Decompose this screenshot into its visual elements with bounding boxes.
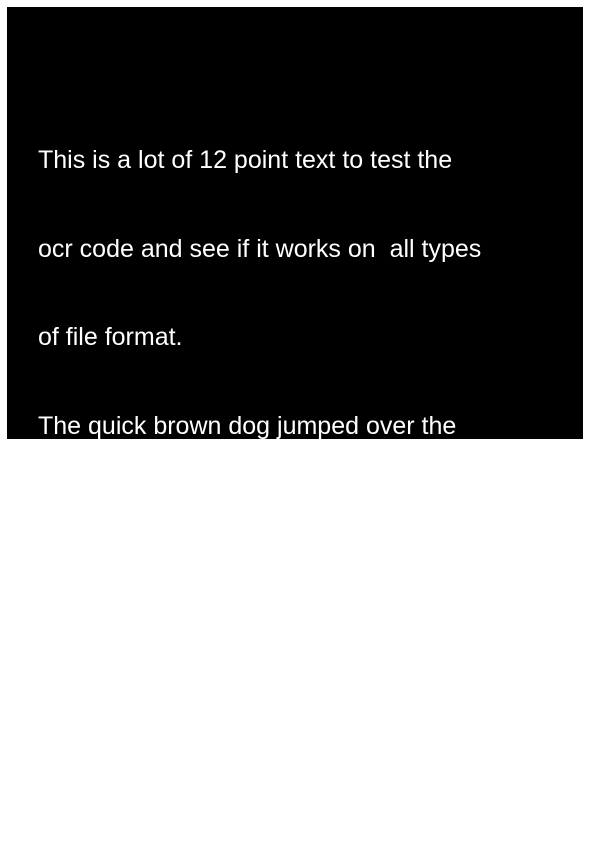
- text-line: jumped over the lazy fox. The quick: [38, 677, 438, 705]
- text-line: over the lazy fox. The quick brown dog: [38, 588, 466, 617]
- text-line: of file format.: [38, 323, 183, 351]
- text-line: The quick brown dog jumped over the: [38, 411, 457, 440]
- text-line: lazy fox. The quick brown dog jumped: [38, 500, 458, 528]
- text-line: This is a lot of 12 point text to test t…: [38, 146, 453, 174]
- text-line: ocr code and see if it works on all type…: [38, 234, 482, 263]
- text-image-canvas: This is a lot of 12 point text to test t…: [7, 7, 583, 794]
- text-line: brown dog jumped over the lazy fox.: [38, 765, 440, 794]
- body-text: This is a lot of 12 point text to test t…: [38, 87, 481, 854]
